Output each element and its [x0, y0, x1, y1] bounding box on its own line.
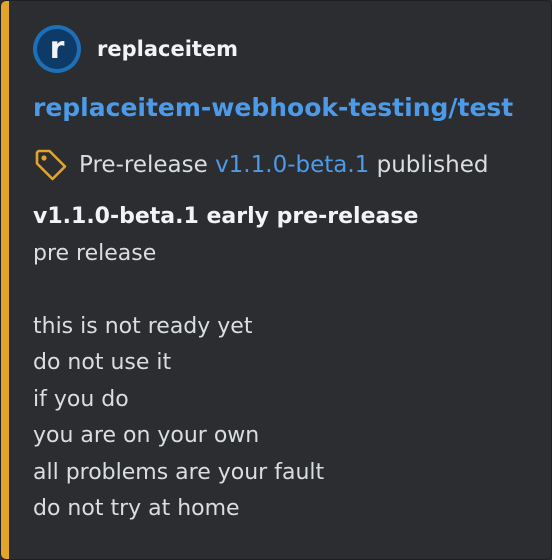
description-line: all problems are your fault [33, 459, 325, 485]
author-name[interactable]: replaceitem [97, 37, 238, 61]
description-line: do not try at home [33, 496, 240, 521]
description-heading: v1.1.0-beta.1 early pre-release [33, 204, 419, 229]
release-status-text: Pre-release v1.1.0-beta.1 published [79, 152, 489, 178]
description-line: this is not ready yet [33, 313, 253, 339]
embed-description: v1.1.0-beta.1 early pre-release pre rele… [33, 199, 533, 528]
description-intro: pre release [33, 240, 157, 266]
release-prefix: Pre-release [79, 152, 208, 178]
description-line: if you do [33, 386, 129, 412]
embed-title-link[interactable]: replaceitem-webhook-testing/test [33, 93, 513, 122]
avatar-letter-icon: r [50, 31, 65, 66]
description-line: do not use it [33, 350, 172, 375]
description-spacer [33, 272, 533, 309]
embed-author: r replaceitem [33, 25, 238, 73]
avatar-letter: r [50, 31, 65, 66]
avatar-logo: r [37, 29, 77, 69]
release-embed: r replaceitem replaceitem-webhook-testin… [0, 0, 552, 560]
release-status: Pre-release v1.1.0-beta.1 published [33, 147, 489, 183]
tag-icon [33, 147, 69, 183]
author-avatar[interactable]: r [33, 25, 81, 73]
version-link[interactable]: v1.1.0-beta.1 [215, 152, 369, 178]
description-line: you are on your own [33, 423, 260, 448]
release-suffix: published [376, 152, 489, 178]
embed-accent-bar [1, 1, 9, 559]
